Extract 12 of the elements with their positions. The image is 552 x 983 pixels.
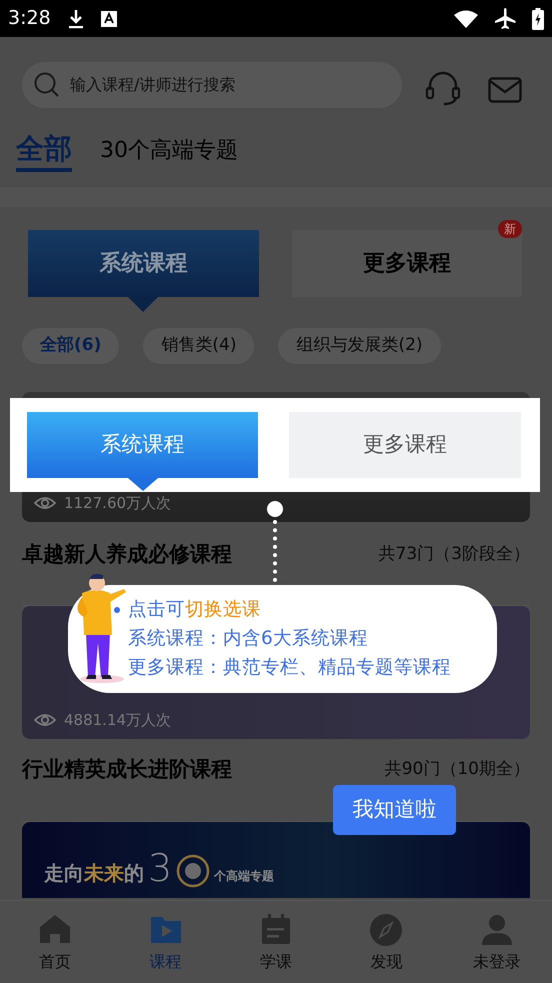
course-count: 共73门（3阶段全） xyxy=(378,543,530,566)
banner-title: 走向未来的 xyxy=(44,860,144,887)
banner-numeral: 3 xyxy=(148,848,172,888)
clock-time: 3:28 xyxy=(8,6,51,32)
tip-text: 点击可切换选课 xyxy=(128,598,261,622)
course-count: 共90门（10期全） xyxy=(384,758,530,781)
tip-text: 更多课程：典范专栏、精品专题等课程 xyxy=(128,656,451,680)
view-count: 1127.60万人次 xyxy=(64,492,172,514)
new-badge: 新 xyxy=(498,220,522,238)
banner-tagline: 个高端专题 xyxy=(214,868,274,885)
tip-text: 系统课程：内含6大系统课程 xyxy=(128,627,368,651)
view-count: 4881.14万人次 xyxy=(64,710,172,730)
